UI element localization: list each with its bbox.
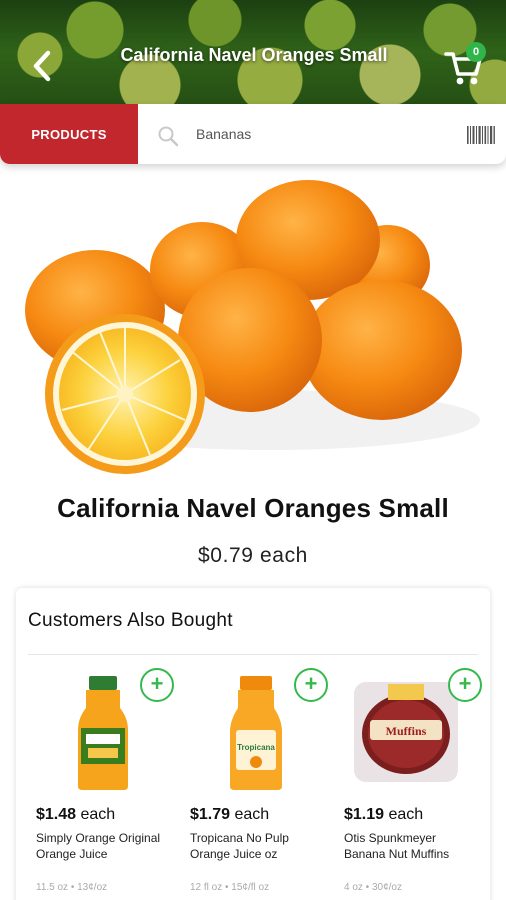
item-price: $1.19 each [344, 806, 424, 823]
product-price: $0.79 each [198, 544, 308, 567]
svg-text:Muffins: Muffins [386, 724, 427, 738]
products-button[interactable]: PRODUCTS [0, 104, 138, 164]
item-name: Simply Orange Original Orange Juice [36, 831, 161, 861]
customers-also-bought-section: Customers Also Bought + $1.48 each Simpl… [16, 588, 490, 900]
item-name: Otis Spunkmeyer Banana Nut Muffins [344, 831, 450, 861]
item-name: Tropicana No Pulp Orange Juice oz [190, 831, 289, 861]
back-chevron-icon [33, 50, 51, 82]
product-card-simply-orange[interactable]: + $1.48 each Simply Orange Original Oran… [28, 664, 178, 900]
item-price: $1.48 each [36, 806, 116, 823]
cart-count-badge: 0 [466, 42, 486, 62]
header-banner: California Navel Oranges Small 0 [0, 0, 506, 104]
back-button[interactable] [24, 46, 60, 86]
product-card-otis-muffins[interactable]: Muffins + $1.19 each Otis Spunkmeyer Ban… [336, 664, 486, 900]
svg-text:Tropicana: Tropicana [237, 743, 275, 752]
product-image [25, 180, 480, 474]
barcode-icon[interactable] [466, 124, 496, 146]
simply-orange-image [78, 676, 128, 790]
item-size: 12 fl oz • 15¢/fl oz [190, 882, 270, 893]
cart-button[interactable]: 0 [442, 42, 492, 88]
item-size: 11.5 oz • 13¢/oz [36, 882, 108, 893]
product-card-tropicana[interactable]: Tropicana + $1.79 each Tropicana No Pulp… [182, 664, 332, 900]
add-to-cart-button[interactable]: + [448, 668, 482, 702]
page-title: California Navel Oranges Small [120, 45, 388, 65]
item-price: $1.79 each [190, 806, 270, 823]
product-name: California Navel Oranges Small [57, 493, 449, 523]
divider [28, 654, 478, 655]
add-to-cart-button[interactable]: + [140, 668, 174, 702]
search-bar: PRODUCTS [0, 104, 506, 164]
search-icon [158, 126, 179, 147]
item-size: 4 oz • 30¢/oz [344, 882, 402, 893]
section-title: Customers Also Bought [28, 610, 233, 631]
search-input[interactable] [196, 118, 446, 150]
add-to-cart-button[interactable]: + [294, 668, 328, 702]
tropicana-image: Tropicana [230, 676, 282, 790]
muffins-image: Muffins [354, 682, 458, 782]
